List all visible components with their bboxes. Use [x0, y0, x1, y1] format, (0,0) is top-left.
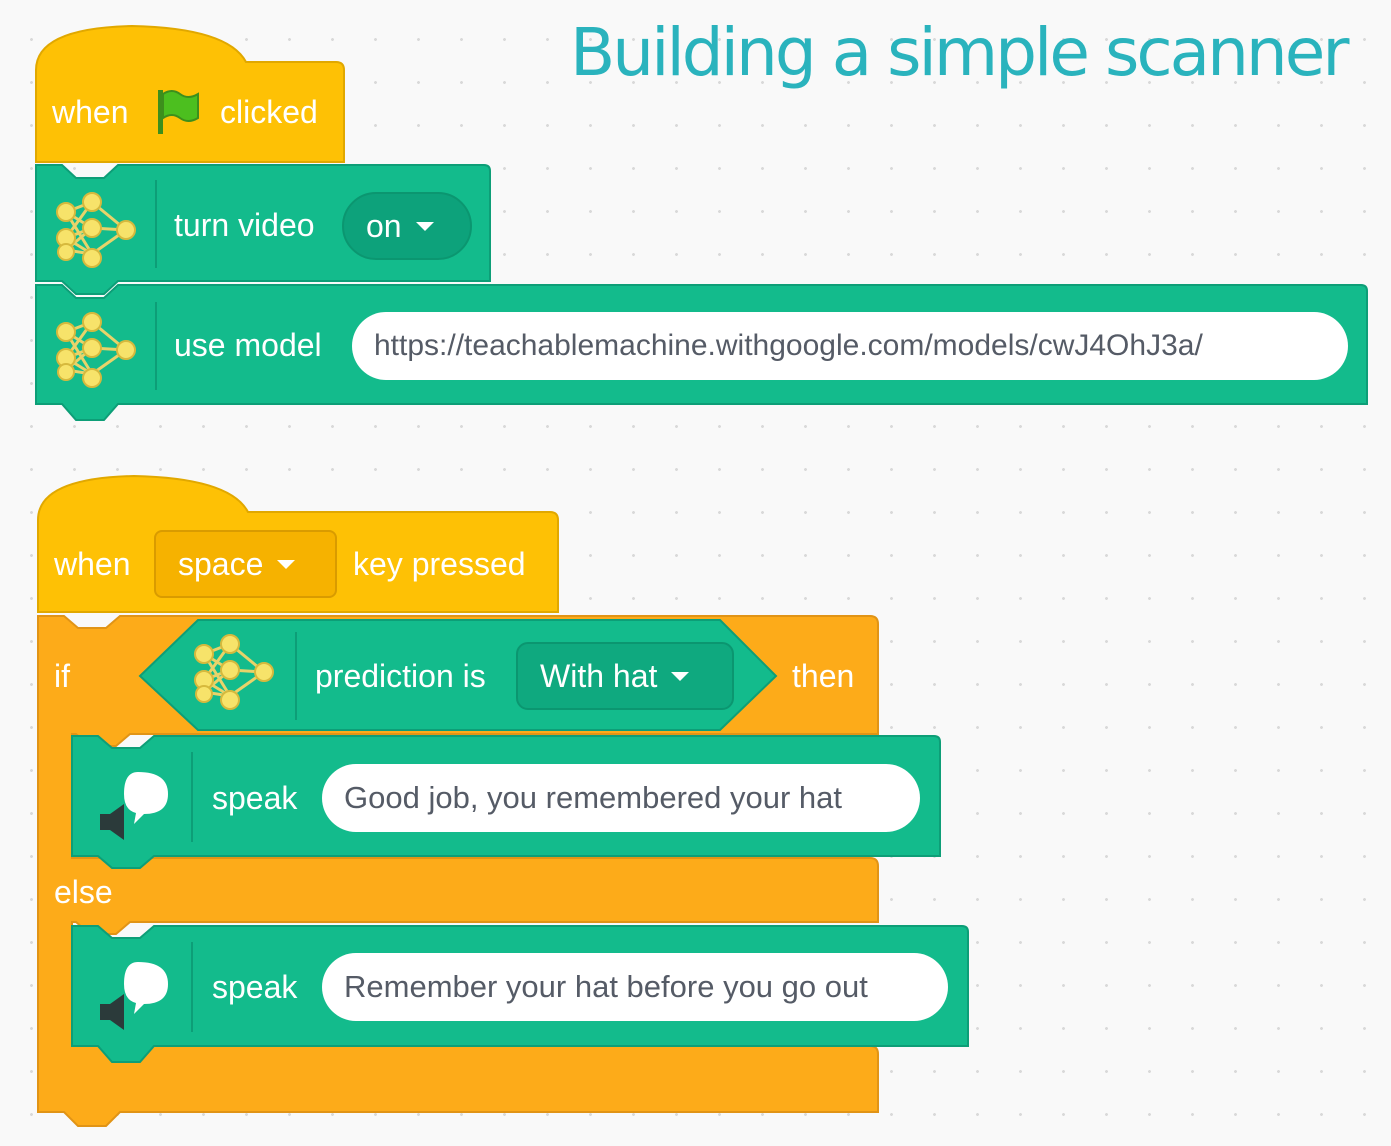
- if-label: if: [54, 658, 70, 694]
- else-label: else: [54, 874, 113, 910]
- green-flag-icon: [158, 90, 199, 134]
- key-dropdown[interactable]: space: [154, 530, 337, 598]
- speak-label: speak: [212, 969, 298, 1005]
- key-value: space: [178, 545, 264, 582]
- speech-bubble-icon: [100, 962, 168, 1030]
- then-label: then: [792, 658, 855, 694]
- ml-network-icon: [56, 312, 136, 388]
- speech-bubble-icon: [100, 772, 168, 840]
- speak-text-input-1[interactable]: Good job, you remembered your hat: [322, 764, 920, 832]
- ml-network-icon: [194, 634, 274, 710]
- speak-text-input-2[interactable]: Remember your hat before you go out: [322, 953, 948, 1021]
- prediction-class-dropdown[interactable]: With hat: [516, 642, 734, 710]
- page-title: Building a simple scanner: [570, 14, 1350, 91]
- chevron-down-icon: [277, 559, 296, 569]
- chevron-down-icon: [415, 221, 434, 231]
- use-model-label: use model: [174, 327, 322, 363]
- ml-network-icon: [56, 192, 136, 268]
- speak-label: speak: [212, 780, 298, 816]
- video-state-dropdown[interactable]: on: [342, 192, 472, 260]
- when-label: when: [52, 94, 129, 130]
- model-url-input[interactable]: https://teachablemachine.withgoogle.com/…: [352, 312, 1348, 380]
- key-pressed-label: key pressed: [353, 546, 526, 582]
- prediction-label: prediction is: [315, 658, 486, 694]
- chevron-down-icon: [671, 671, 690, 681]
- when-label: when: [54, 546, 131, 582]
- prediction-class-value: With hat: [540, 657, 658, 694]
- clicked-label: clicked: [220, 94, 318, 130]
- video-state-value: on: [366, 207, 402, 244]
- turn-video-label: turn video: [174, 207, 315, 243]
